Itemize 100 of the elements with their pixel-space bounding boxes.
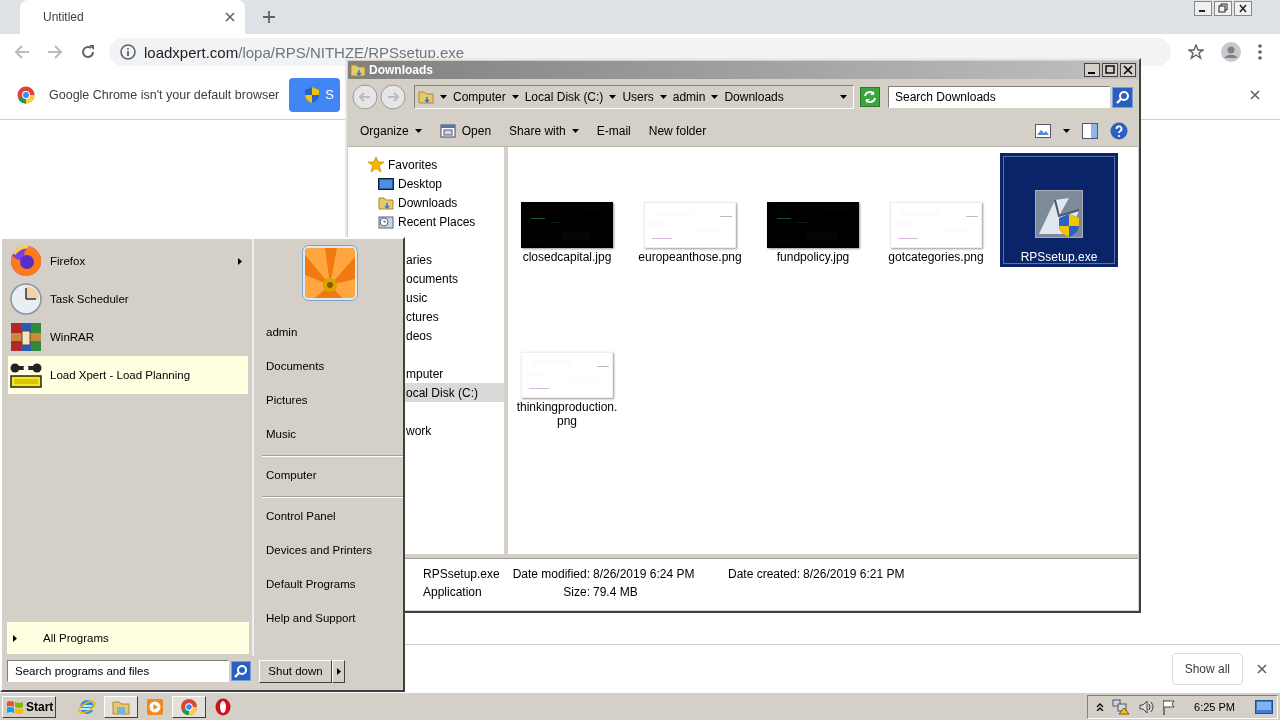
caret-icon <box>511 95 519 99</box>
menu-item[interactable]: Computer <box>262 455 403 492</box>
nav-item[interactable]: Favorites <box>348 155 504 174</box>
nav-item[interactable]: Recent Places <box>348 212 504 231</box>
shut-down-options-button[interactable] <box>332 659 345 683</box>
toolbar-button[interactable]: Organize <box>352 118 430 143</box>
menu-item[interactable]: Help and Support <box>262 601 403 635</box>
file-item[interactable]: RPSsetup.exe <box>1000 153 1118 267</box>
taskbar-button[interactable] <box>104 695 138 718</box>
minimize-icon[interactable] <box>1194 1 1212 16</box>
avatar-icon[interactable] <box>1221 42 1241 62</box>
toolbar-button[interactable]: Open <box>431 118 500 143</box>
window-icon <box>439 122 456 139</box>
caret-icon <box>609 95 617 99</box>
file-item[interactable]: thinkingproduction.png <box>508 314 626 428</box>
breadcrumb-item[interactable]: Computer <box>453 90 506 104</box>
search-field[interactable]: Search Downloads <box>888 86 1110 108</box>
help-icon[interactable] <box>1110 121 1128 140</box>
globe-icon <box>78 697 96 716</box>
nav-item[interactable]: Desktop <box>348 174 504 193</box>
ring-icon <box>214 697 232 716</box>
flag-icon[interactable] <box>1162 698 1177 715</box>
browser-tab[interactable]: Untitled <box>20 0 245 34</box>
search-button[interactable] <box>1112 86 1133 108</box>
windows-logo-icon <box>6 698 24 715</box>
breadcrumb-item[interactable]: Local Disk (C:) <box>524 90 604 104</box>
menu-item[interactable]: Music <box>262 417 403 451</box>
speaker-icon[interactable] <box>1138 698 1155 715</box>
close-icon[interactable] <box>1250 89 1260 100</box>
close-icon[interactable] <box>1234 1 1252 16</box>
close-icon[interactable] <box>1257 663 1267 674</box>
field-value: 79.4 MB <box>593 585 639 599</box>
installer-icon <box>1035 190 1083 238</box>
preview-pane-icon[interactable] <box>1082 122 1098 139</box>
plus-icon[interactable] <box>263 11 275 23</box>
breadcrumb-item[interactable]: admin <box>672 90 706 104</box>
program-item[interactable]: Task Scheduler <box>8 280 248 318</box>
menu-item[interactable]: Devices and Printers <box>262 533 403 567</box>
breadcrumb-item[interactable]: Users <box>622 90 654 104</box>
close-icon[interactable] <box>225 12 235 22</box>
view-icon[interactable] <box>1035 123 1051 138</box>
menu-item[interactable]: admin <box>262 315 403 349</box>
arrow-icon <box>13 634 17 642</box>
search-field[interactable]: Search programs and files <box>7 660 229 682</box>
file-item[interactable]: closedcapital.jpg <box>508 153 626 267</box>
window-title: Downloads <box>369 63 433 77</box>
field-value: 8/26/2019 6:21 PM <box>803 567 906 581</box>
star-icon[interactable] <box>1188 44 1204 60</box>
file-item[interactable]: europeanthose.png <box>631 153 749 267</box>
field-label: Size: <box>562 585 590 599</box>
menu-item[interactable]: Default Programs <box>262 567 403 601</box>
restore-icon[interactable] <box>1214 1 1232 16</box>
toolbar-button[interactable]: Share with <box>501 118 587 143</box>
caret-icon <box>659 95 667 99</box>
clock-icon <box>10 283 42 315</box>
shut-down-button[interactable]: Shut down <box>259 659 332 683</box>
set-default-button[interactable]: S <box>289 77 341 112</box>
search-icon <box>1115 90 1130 104</box>
folder-icon <box>350 62 366 78</box>
program-item[interactable]: WinRAR <box>8 318 248 356</box>
play-icon <box>146 697 164 716</box>
file-type: Application <box>423 585 483 599</box>
minimize-icon[interactable] <box>1084 63 1100 77</box>
browser-icon <box>10 245 42 277</box>
show-all-button[interactable]: Show all <box>1171 652 1243 685</box>
archive-icon <box>10 321 42 353</box>
show-desktop-icon[interactable] <box>1255 699 1273 714</box>
all-programs-item[interactable]: All Programs <box>7 622 249 654</box>
menu-item[interactable]: Control Panel <box>262 496 403 533</box>
caret-up-icon[interactable] <box>1096 702 1105 711</box>
toolbar-button[interactable]: New folder <box>640 118 715 143</box>
close-icon[interactable] <box>1120 63 1136 77</box>
infobar-message: Google Chrome isn't your default browser <box>49 87 280 102</box>
network-icon[interactable] <box>1112 698 1131 715</box>
file-item[interactable]: gotcategories.png <box>877 153 995 267</box>
caret-icon <box>571 128 579 133</box>
menu-icon[interactable] <box>1258 44 1262 60</box>
folder-icon <box>378 194 394 211</box>
program-item[interactable]: Load Xpert - Load Planning <box>8 356 248 394</box>
info-icon <box>120 44 136 60</box>
arrow-icon <box>336 667 341 675</box>
url-text: loadxpert.com/lopa/RPS/NITHZE/RPSsetup.exe <box>144 43 465 61</box>
breadcrumb-item[interactable]: Downloads <box>724 90 784 104</box>
menu-item[interactable]: Documents <box>262 349 403 383</box>
taskbar-button[interactable] <box>172 695 206 718</box>
star-icon <box>368 156 384 173</box>
program-item[interactable]: Firefox <box>8 242 248 280</box>
reload-icon[interactable] <box>80 44 96 60</box>
maximize-icon[interactable] <box>1102 63 1118 77</box>
nav-item[interactable]: Downloads <box>348 193 504 212</box>
search-button[interactable] <box>231 661 251 681</box>
start-button[interactable]: Start <box>2 695 56 718</box>
browser-logo-icon <box>17 85 35 104</box>
toolbar-button[interactable]: E-mail <box>588 118 639 143</box>
address-field[interactable]: Computer Local Disk (C:) Users admin Downloads <box>414 85 854 109</box>
clock-text[interactable]: 6:25 PM <box>1194 700 1235 713</box>
recent-places-icon <box>378 213 394 230</box>
search-icon <box>234 664 248 678</box>
file-item[interactable]: fundpolicy.jpg <box>754 153 872 267</box>
refresh-icon[interactable] <box>860 87 880 107</box>
